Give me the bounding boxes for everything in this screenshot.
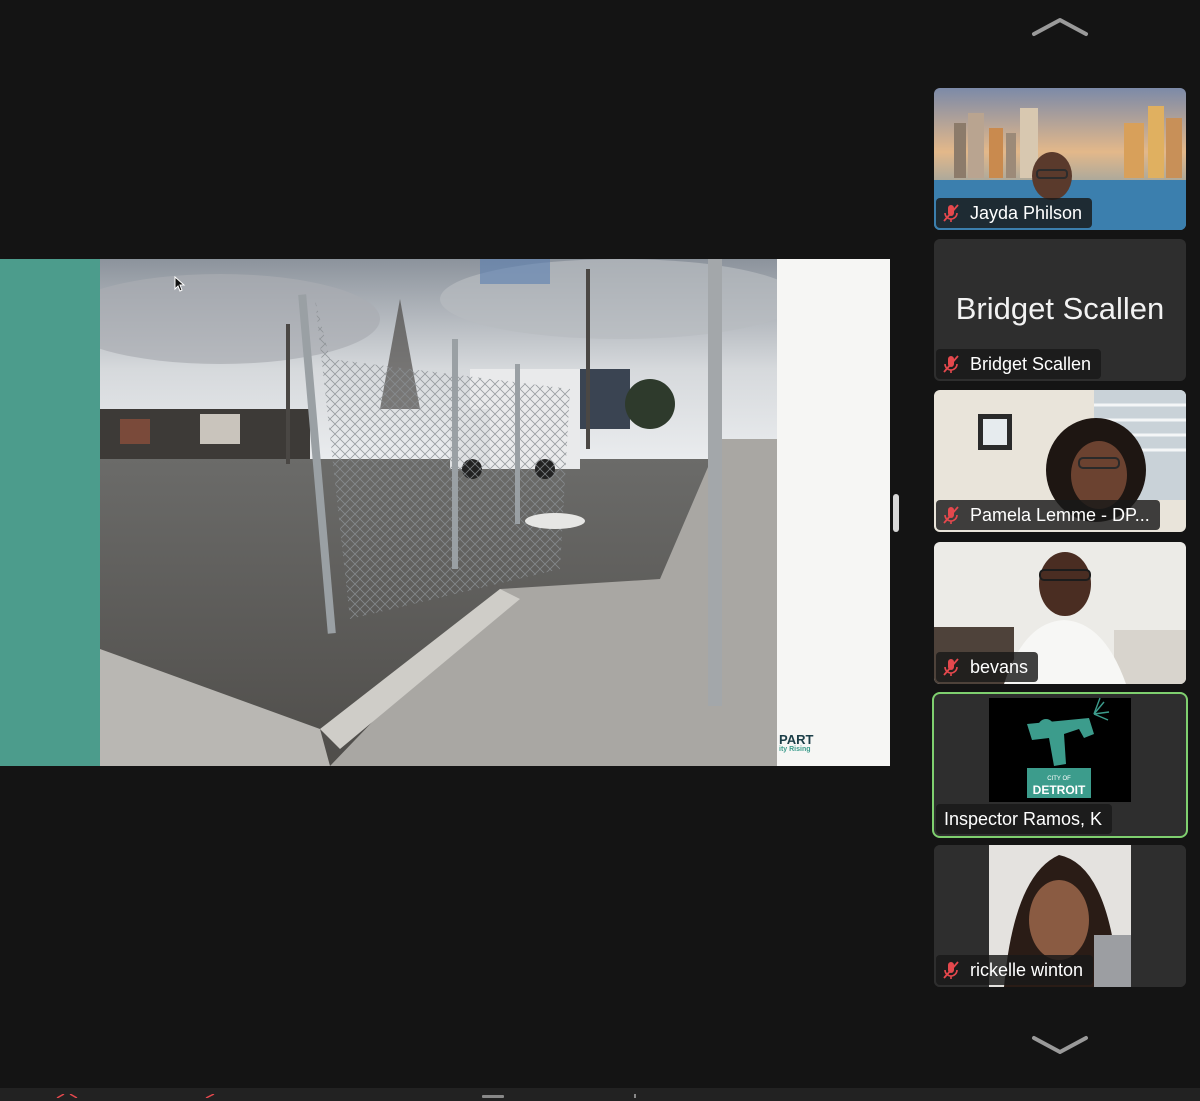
- microphone-muted-icon: [943, 658, 959, 676]
- participant-name: bevans: [970, 656, 1029, 677]
- participant-nametag: Inspector Ramos, K: [936, 804, 1113, 834]
- chevron-up-icon[interactable]: [1030, 16, 1090, 38]
- participant-name: Pamela Lemme - DP...: [970, 504, 1150, 525]
- participant-nametag: Bridget Scallen: [936, 349, 1102, 379]
- participant-tile[interactable]: bevans: [934, 542, 1186, 684]
- meeting-toolbar: [0, 1088, 1200, 1101]
- chevron-down-icon[interactable]: [1030, 1034, 1090, 1056]
- participant-tile[interactable]: Bridget Scallen Bridget Scallen: [934, 239, 1186, 381]
- panel-resize-handle[interactable]: [893, 494, 899, 532]
- participant-tile-active-speaker[interactable]: CITY OF DETROIT Inspector Ramos, K: [932, 692, 1188, 838]
- logo-text-detroit: DETROIT: [1033, 783, 1086, 797]
- participant-name: Bridget Scallen: [970, 353, 1092, 374]
- participant-tile[interactable]: rickelle winton: [934, 845, 1186, 987]
- slide-teal-bar: [0, 259, 100, 766]
- brand-subtitle: ity Rising: [779, 746, 811, 753]
- brand-title: PART: [779, 732, 814, 747]
- shared-screen: PART ity Rising: [0, 259, 890, 766]
- microphone-muted-icon: [943, 961, 959, 979]
- stop-video-icon[interactable]: [200, 1094, 224, 1098]
- mouse-cursor-icon: [174, 276, 186, 292]
- chat-icon[interactable]: [630, 1094, 640, 1098]
- slide-photo-vacant-lot: [100, 259, 777, 766]
- participant-name: rickelle winton: [970, 959, 1084, 980]
- mute-audio-icon[interactable]: [52, 1094, 82, 1098]
- participant-name: Inspector Ramos, K: [944, 808, 1103, 829]
- participant-tile[interactable]: Jayda Philson: [934, 88, 1186, 230]
- participant-nametag: rickelle winton: [936, 955, 1094, 985]
- participant-nametag: Pamela Lemme - DP...: [936, 500, 1160, 530]
- logo-text-city-of: CITY OF: [1047, 776, 1071, 782]
- microphone-muted-icon: [943, 204, 959, 222]
- participant-display-name: Bridget Scallen: [955, 291, 1165, 326]
- slide-brand-logo: PART ity Rising: [779, 733, 839, 753]
- participant-tile[interactable]: Pamela Lemme - DP...: [934, 390, 1186, 532]
- microphone-muted-icon: [943, 355, 959, 373]
- microphone-muted-icon: [943, 506, 959, 524]
- participant-nametag: bevans: [936, 652, 1039, 682]
- participant-name: Jayda Philson: [970, 202, 1083, 223]
- participant-nametag: Jayda Philson: [936, 198, 1093, 228]
- participants-icon[interactable]: [480, 1094, 510, 1098]
